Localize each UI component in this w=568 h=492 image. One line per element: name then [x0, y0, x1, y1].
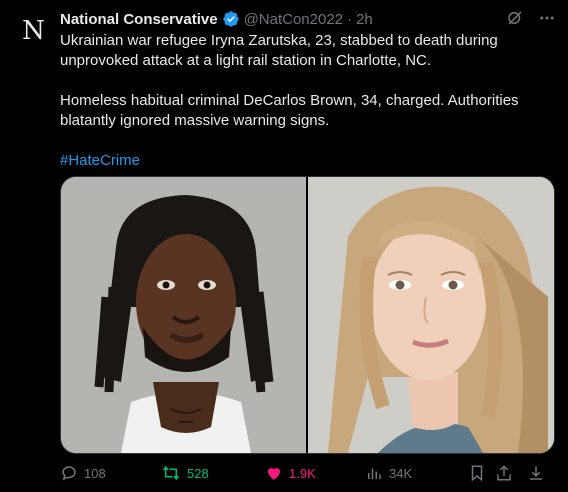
- author-name[interactable]: National Conservative: [60, 11, 218, 28]
- reply-button[interactable]: 108: [60, 462, 106, 484]
- grok-icon[interactable]: [506, 9, 524, 27]
- avatar[interactable]: N: [13, 11, 53, 51]
- mugshot-image[interactable]: [61, 177, 306, 453]
- share-icon: [495, 464, 513, 482]
- share-button[interactable]: [495, 462, 513, 484]
- like-icon: [265, 464, 283, 482]
- like-count: 1.9K: [289, 465, 316, 481]
- portrait-image[interactable]: [308, 177, 554, 453]
- repost-icon: [161, 464, 181, 482]
- bookmark-icon: [468, 464, 486, 482]
- views-button[interactable]: 34K: [365, 462, 412, 484]
- avatar-letter: N: [22, 16, 45, 46]
- views-count: 34K: [389, 465, 413, 481]
- post-text: Ukrainian war refugee Iryna Zarutska, 23…: [60, 31, 550, 171]
- more-icon[interactable]: [538, 9, 556, 27]
- views-icon: [365, 464, 383, 482]
- download-icon: [527, 464, 545, 482]
- post-time[interactable]: 2h: [356, 11, 373, 28]
- reply-count: 108: [84, 465, 106, 481]
- download-button[interactable]: [527, 462, 545, 484]
- post-header: National Conservative @NatCon2022 · 2h: [60, 9, 556, 29]
- hashtag-link[interactable]: #HateCrime: [60, 152, 140, 169]
- separator-dot: ·: [347, 10, 353, 28]
- like-button[interactable]: 1.9K: [265, 462, 316, 484]
- verified-badge-icon: [222, 10, 240, 28]
- media-grid: [60, 176, 555, 454]
- post-paragraph-2: Homeless habitual criminal DeCarlos Brow…: [60, 92, 519, 129]
- action-bar: 108 528 1.9K 34K: [60, 462, 550, 484]
- repost-count: 528: [187, 465, 209, 481]
- bookmark-button[interactable]: [468, 462, 486, 484]
- reply-icon: [60, 464, 78, 482]
- repost-button[interactable]: 528: [161, 462, 209, 484]
- post-paragraph-1: Ukrainian war refugee Iryna Zarutska, 23…: [60, 32, 498, 69]
- author-handle[interactable]: @NatCon2022: [244, 11, 343, 28]
